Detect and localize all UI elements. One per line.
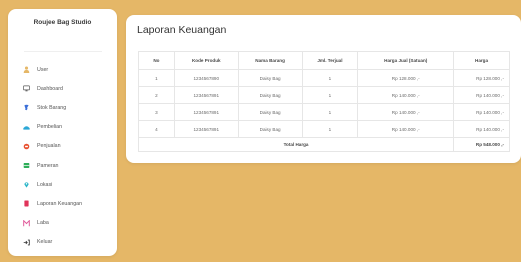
cell-jml-terjual: 1 bbox=[301, 69, 359, 87]
cell-harga: Rp 140.000 ,- bbox=[453, 103, 510, 121]
exhibition-icon bbox=[23, 162, 30, 169]
sidebar-nav: User Dashboard Stok Barang Pembelian Pen… bbox=[8, 60, 117, 252]
monitor-icon bbox=[23, 85, 30, 92]
sidebar-divider bbox=[24, 51, 102, 52]
table-header-row: No Kode Produk Nama Barang Jml. Terjual … bbox=[138, 51, 510, 70]
sidebar-item-laporan-keuangan[interactable]: Laporan Keuangan bbox=[8, 194, 117, 213]
sidebar-item-label: Dashboard bbox=[37, 85, 63, 92]
logout-icon bbox=[23, 239, 30, 246]
total-label: Total Harga bbox=[137, 137, 455, 152]
cell-no: 1 bbox=[138, 69, 175, 87]
table-row: 1 1234567890 Daisy Bag 1 Rp 128.000 ,- R… bbox=[138, 69, 510, 87]
header-no: No bbox=[138, 51, 175, 70]
header-jml-terjual: Jml. Terjual bbox=[301, 51, 359, 70]
table-row: 4 1234567891 Daisy Bag 1 Rp 140.000 ,- R… bbox=[138, 120, 510, 138]
sidebar-item-label: Stok Barang bbox=[37, 104, 67, 111]
cell-jml-terjual: 1 bbox=[301, 86, 359, 104]
cell-no: 2 bbox=[138, 86, 175, 104]
report-table: No Kode Produk Nama Barang Jml. Terjual … bbox=[137, 51, 510, 152]
cell-nama-barang: Daisy Bag bbox=[237, 69, 303, 87]
report-icon bbox=[23, 200, 30, 207]
cell-kode-produk: 1234567890 bbox=[173, 69, 239, 87]
header-nama-barang: Nama Barang bbox=[237, 51, 303, 70]
sidebar: Roujee Bag Studio User Dashboard Stok Ba… bbox=[8, 9, 117, 256]
header-kode-produk: Kode Produk bbox=[173, 51, 239, 70]
cell-jml-terjual: 1 bbox=[301, 103, 359, 121]
cell-harga-jual: Rp 128.000 ,- bbox=[357, 69, 455, 87]
cell-kode-produk: 1234567891 bbox=[173, 103, 239, 121]
cell-no: 3 bbox=[138, 103, 175, 121]
profit-icon bbox=[23, 219, 30, 227]
cell-nama-barang: Daisy Bag bbox=[237, 103, 303, 121]
sidebar-item-laba[interactable]: Laba bbox=[8, 214, 117, 233]
cell-nama-barang: Daisy Bag bbox=[237, 120, 303, 138]
cell-harga: Rp 128.000 ,- bbox=[453, 69, 510, 87]
table-total-row: Total Harga Rp 548.000 ,- bbox=[137, 137, 510, 152]
sidebar-item-label: Lokasi bbox=[37, 181, 53, 188]
cell-kode-produk: 1234567891 bbox=[173, 120, 239, 138]
sidebar-item-user[interactable]: User bbox=[8, 60, 117, 79]
cell-harga: Rp 140.000 ,- bbox=[453, 120, 510, 138]
sidebar-item-lokasi[interactable]: Lokasi bbox=[8, 175, 117, 194]
sidebar-item-label: Pembelian bbox=[37, 124, 63, 131]
total-value: Rp 548.000 ,- bbox=[453, 137, 510, 152]
header-harga: Harga bbox=[453, 51, 510, 70]
location-icon bbox=[23, 181, 30, 188]
cell-kode-produk: 1234567891 bbox=[173, 86, 239, 104]
cell-nama-barang: Daisy Bag bbox=[237, 86, 303, 104]
sidebar-item-keluar[interactable]: Keluar bbox=[8, 233, 117, 252]
user-icon bbox=[23, 66, 30, 74]
cell-no: 4 bbox=[138, 120, 175, 138]
sidebar-item-label: Laporan Keuangan bbox=[37, 200, 83, 207]
page-title: Laporan Keuangan bbox=[137, 24, 227, 36]
header-harga-jual: Harga Jual (Satuan) bbox=[357, 51, 455, 70]
table-row: 2 1234567891 Daisy Bag 1 Rp 140.000 ,- R… bbox=[138, 86, 510, 104]
cell-harga-jual: Rp 140.000 ,- bbox=[357, 120, 455, 138]
sales-icon bbox=[23, 143, 30, 150]
cell-harga-jual: Rp 140.000 ,- bbox=[357, 86, 455, 104]
sidebar-item-dashboard[interactable]: Dashboard bbox=[8, 79, 117, 98]
cell-jml-terjual: 1 bbox=[301, 120, 359, 138]
sidebar-item-stok-barang[interactable]: Stok Barang bbox=[8, 98, 117, 117]
sidebar-item-penjualan[interactable]: Penjualan bbox=[8, 137, 117, 156]
stock-icon bbox=[23, 104, 30, 111]
cart-icon bbox=[23, 124, 30, 131]
brand-title: Roujee Bag Studio bbox=[33, 19, 92, 26]
sidebar-item-label: Keluar bbox=[37, 239, 53, 246]
sidebar-item-label: Penjualan bbox=[37, 143, 61, 150]
sidebar-item-label: User bbox=[37, 66, 49, 73]
table-row: 3 1234567891 Daisy Bag 1 Rp 140.000 ,- R… bbox=[138, 103, 510, 121]
sidebar-item-label: Laba bbox=[37, 220, 49, 227]
report-panel: Laporan Keuangan No Kode Produk Nama Bar… bbox=[126, 15, 521, 163]
sidebar-item-pembelian[interactable]: Pembelian bbox=[8, 118, 117, 137]
cell-harga: Rp 140.000 ,- bbox=[453, 86, 510, 104]
sidebar-item-label: Pameran bbox=[37, 162, 59, 169]
sidebar-item-pameran[interactable]: Pameran bbox=[8, 156, 117, 175]
cell-harga-jual: Rp 140.000 ,- bbox=[357, 103, 455, 121]
